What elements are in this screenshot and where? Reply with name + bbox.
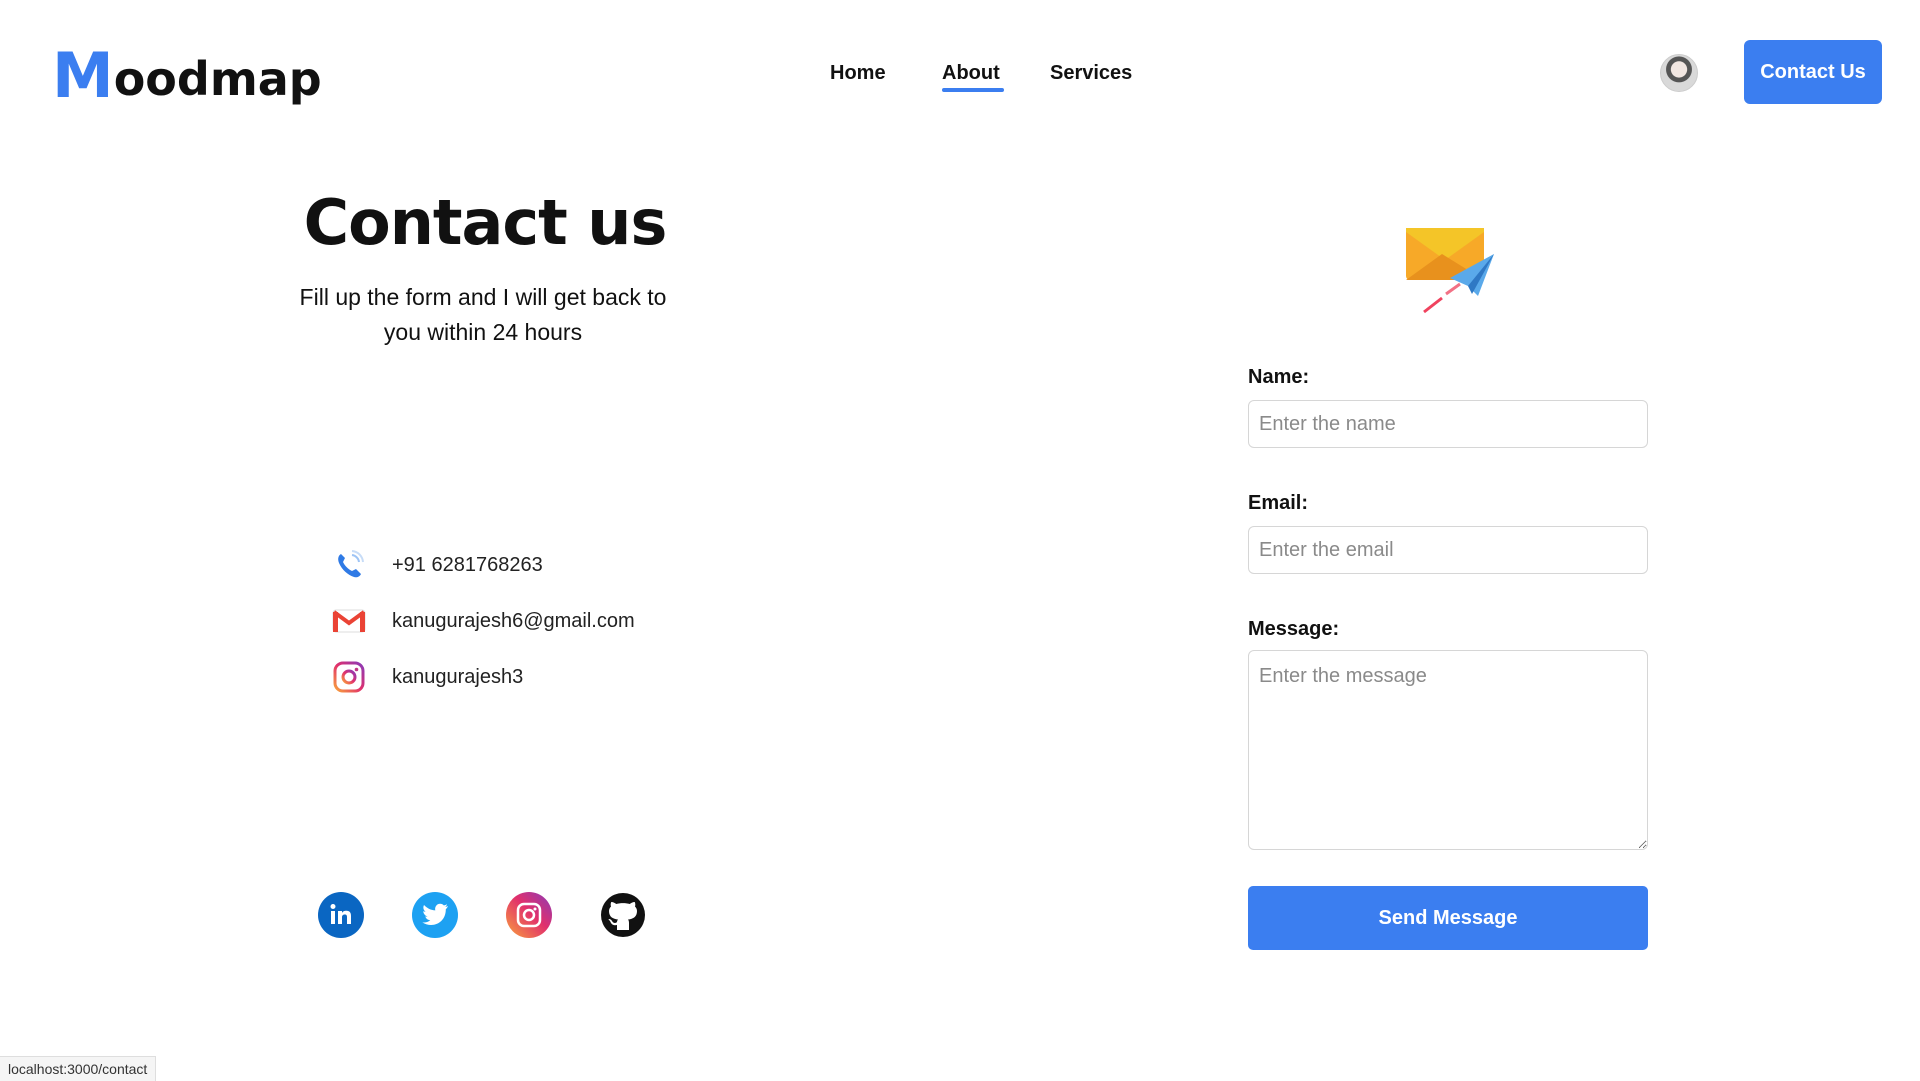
github-icon[interactable]: [600, 892, 646, 938]
nav-home-link[interactable]: Home: [830, 62, 886, 85]
message-label: Message:: [1248, 618, 1340, 640]
contact-us-button[interactable]: Contact Us: [1744, 40, 1882, 104]
email-input[interactable]: [1248, 526, 1648, 574]
email-label: Email:: [1248, 492, 1309, 514]
twitter-icon[interactable]: [412, 892, 458, 938]
logo-initial: M: [52, 39, 114, 112]
instagram-icon: [332, 660, 366, 694]
instagram-handle: kanugurajesh3: [392, 665, 524, 688]
nav-about-link[interactable]: About: [942, 62, 1000, 85]
linkedin-icon[interactable]: [318, 892, 364, 938]
user-avatar[interactable]: [1660, 54, 1698, 92]
instagram-social-icon[interactable]: [506, 892, 552, 938]
phone-number: +91 6281768263: [392, 553, 543, 576]
moodmap-logo[interactable]: M oodmap: [52, 39, 322, 112]
logo-text: oodmap: [113, 52, 322, 106]
mail-send-icon: [1402, 224, 1496, 316]
active-nav-indicator: [942, 88, 1004, 92]
email-info: kanugurajesh6@gmail.com: [332, 604, 635, 638]
page-title: Contact us: [303, 186, 668, 259]
gmail-icon: [332, 604, 366, 638]
name-label: Name:: [1248, 366, 1310, 388]
email-address: kanugurajesh6@gmail.com: [392, 609, 635, 632]
name-input[interactable]: [1248, 400, 1648, 448]
phone-icon: [332, 548, 366, 582]
page-subtitle: Fill up the form and I will get back to …: [299, 284, 667, 345]
phone-info: +91 6281768263: [332, 548, 543, 582]
message-textarea[interactable]: [1248, 650, 1648, 850]
send-message-button[interactable]: Send Message: [1248, 886, 1648, 950]
browser-status-url: localhost:3000/contact: [0, 1056, 157, 1081]
nav-services-link[interactable]: Services: [1050, 62, 1132, 85]
instagram-info: kanugurajesh3: [332, 660, 523, 694]
